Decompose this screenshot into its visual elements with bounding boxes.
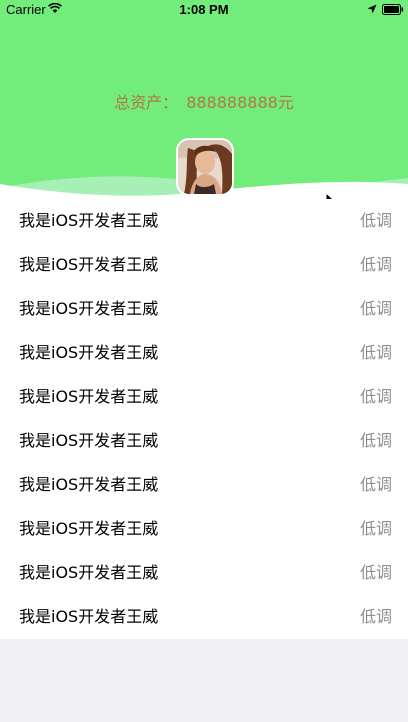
row-detail: 低调 <box>359 431 392 450</box>
table-row[interactable]: 我是iOS开发者王威 低调 <box>0 243 408 287</box>
row-title: 我是iOS开发者王威 <box>19 299 159 318</box>
row-title: 我是iOS开发者王威 <box>19 475 159 494</box>
row-detail: 低调 <box>359 211 392 230</box>
table-row[interactable]: 我是iOS开发者王威 低调 <box>0 419 408 463</box>
location-arrow-icon <box>367 3 377 18</box>
total-assets-value: 888888888元 <box>186 93 294 112</box>
table-row[interactable]: 我是iOS开发者王威 低调 <box>0 331 408 375</box>
avatar[interactable] <box>176 138 234 196</box>
status-bar: Carrier 1:08 PM <box>0 0 408 20</box>
table-row[interactable]: 我是iOS开发者王威 低调 <box>0 551 408 595</box>
row-title: 我是iOS开发者王威 <box>19 607 159 626</box>
battery-icon <box>382 4 404 15</box>
row-title: 我是iOS开发者王威 <box>19 519 159 538</box>
table-row[interactable]: 我是iOS开发者王威 低调 <box>0 595 408 639</box>
table-row[interactable]: 我是iOS开发者王威 低调 <box>0 507 408 551</box>
table-row[interactable]: 我是iOS开发者王威 低调 <box>0 463 408 507</box>
row-detail: 低调 <box>359 563 392 582</box>
row-detail: 低调 <box>359 343 392 362</box>
row-detail: 低调 <box>359 607 392 626</box>
row-title: 我是iOS开发者王威 <box>19 211 159 230</box>
row-detail: 低调 <box>359 255 392 274</box>
clock-label: 1:08 PM <box>179 2 229 17</box>
row-title: 我是iOS开发者王威 <box>19 431 159 450</box>
table-row[interactable]: 我是iOS开发者王威 低调 <box>0 199 408 243</box>
row-detail: 低调 <box>359 387 392 406</box>
info-table: 我是iOS开发者王威 低调 我是iOS开发者王威 低调 我是iOS开发者王威 低… <box>0 199 408 639</box>
row-detail: 低调 <box>359 299 392 318</box>
table-row[interactable]: 我是iOS开发者王威 低调 <box>0 375 408 419</box>
header: Carrier 1:08 PM 总资产： 888888888元 <box>0 0 408 210</box>
row-title: 我是iOS开发者王威 <box>19 563 159 582</box>
total-assets-text: 总资产： 888888888元 <box>0 89 408 113</box>
total-assets-label: 总资产： <box>114 93 179 112</box>
row-title: 我是iOS开发者王威 <box>19 343 159 362</box>
row-detail: 低调 <box>359 475 392 494</box>
table-row[interactable]: 我是iOS开发者王威 低调 <box>0 287 408 331</box>
row-detail: 低调 <box>359 519 392 538</box>
row-title: 我是iOS开发者王威 <box>19 387 159 406</box>
row-title: 我是iOS开发者王威 <box>19 255 159 274</box>
